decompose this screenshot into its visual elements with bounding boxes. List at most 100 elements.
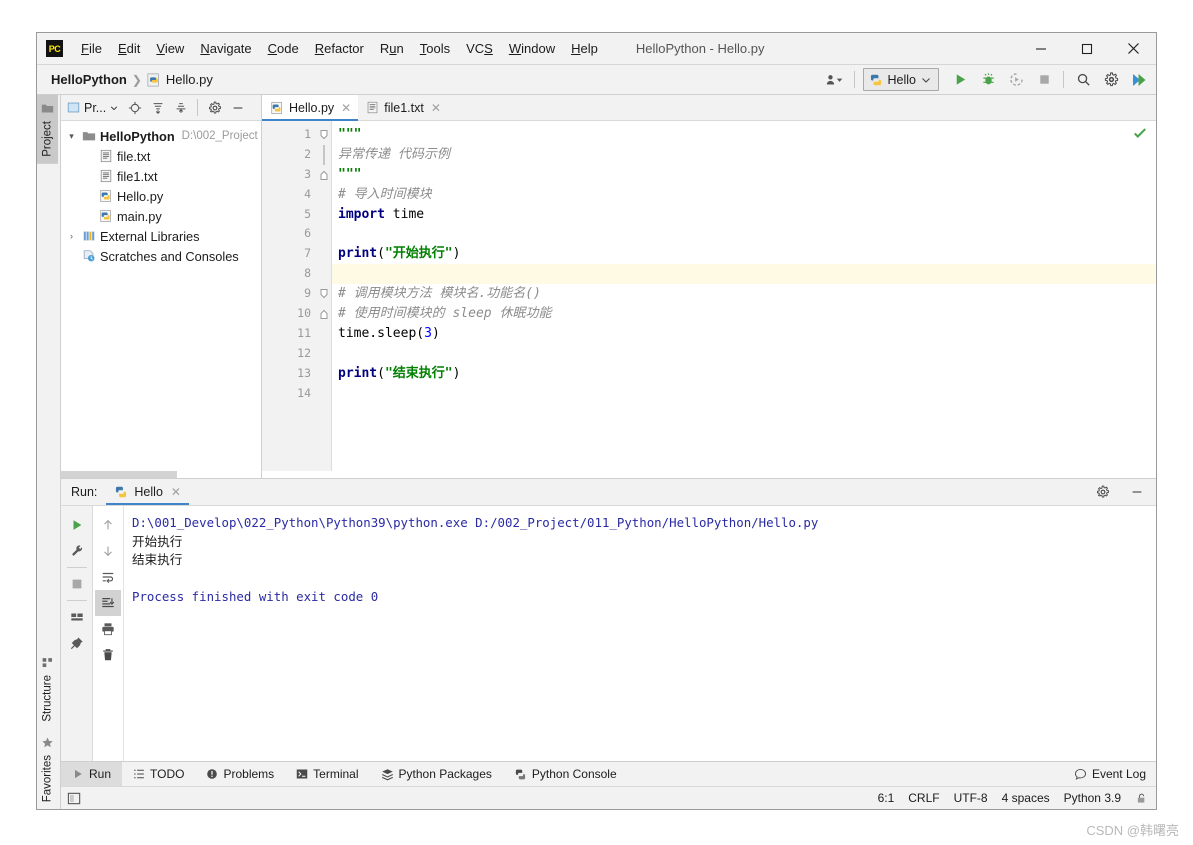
menu-file[interactable]: File — [73, 38, 110, 59]
lock-icon[interactable] — [1135, 792, 1148, 805]
breadcrumb-project[interactable]: HelloPython — [51, 72, 127, 87]
sidebar-item-favorites[interactable]: Favorites — [37, 729, 58, 809]
twisty-collapsed-icon[interactable]: › — [65, 231, 78, 241]
toggle-sidebar-button[interactable] — [67, 791, 82, 806]
file-encoding[interactable]: UTF-8 — [954, 791, 988, 805]
run-panel-hide-button[interactable] — [1124, 479, 1150, 505]
stop-button[interactable] — [1031, 68, 1057, 92]
menu-tools[interactable]: Tools — [412, 38, 458, 59]
project-settings-button[interactable] — [204, 97, 225, 118]
tree-node-hello-py[interactable]: Hello.py — [61, 186, 261, 206]
rerun-button[interactable] — [64, 512, 90, 538]
run-tab-hello[interactable]: Hello ✕ — [106, 479, 189, 505]
tree-node-scratches-and-consoles[interactable]: Scratches and Consoles — [61, 246, 261, 266]
collapse-all-icon — [176, 102, 186, 113]
user-group-icon[interactable] — [822, 68, 848, 92]
event-log-icon — [1074, 768, 1086, 780]
python-interpreter[interactable]: Python 3.9 — [1064, 791, 1121, 805]
maximize-button[interactable] — [1064, 33, 1110, 64]
twisty-expanded-icon[interactable]: ▾ — [65, 131, 78, 142]
menu-edit[interactable]: Edit — [110, 38, 148, 59]
fold-region-end-icon-2[interactable] — [317, 304, 331, 324]
tree-node-hellopython[interactable]: ▾ HelloPython D:\002_Project — [61, 126, 261, 146]
folder-icon — [41, 104, 54, 113]
bottom-tab-python-console[interactable]: Python Console — [503, 762, 628, 786]
updates-button[interactable] — [1126, 68, 1152, 92]
menu-run[interactable]: Run — [372, 38, 412, 59]
sidebar-item-project-label: Project — [41, 121, 54, 157]
collapse-all-button[interactable] — [170, 97, 191, 118]
tab-close-icon[interactable]: ✕ — [341, 101, 351, 115]
menu-code[interactable]: Code — [260, 38, 307, 59]
soft-wrap-button[interactable] — [95, 564, 121, 590]
hide-project-panel-button[interactable] — [227, 97, 248, 118]
edit-configuration-button[interactable] — [64, 538, 90, 564]
fold-region-start-icon-2[interactable] — [317, 284, 331, 304]
breadcrumb-file[interactable]: Hello.py — [147, 72, 213, 87]
tree-node-file-txt[interactable]: file.txt — [61, 146, 261, 166]
editor-horizontal-scrollbar[interactable] — [262, 471, 1156, 478]
scroll-to-end-button[interactable] — [95, 590, 121, 616]
console-actions-toolbar — [93, 506, 124, 761]
sidebar-item-structure[interactable]: Structure — [37, 649, 58, 729]
tree-node-file1-txt[interactable]: file1.txt — [61, 166, 261, 186]
bottom-tab-todo[interactable]: TODO — [122, 762, 195, 786]
select-opened-file-button[interactable] — [124, 97, 145, 118]
bottom-tab-label: TODO — [150, 767, 185, 781]
bottom-tab-python-packages[interactable]: Python Packages — [370, 762, 503, 786]
project-horizontal-scrollbar[interactable] — [61, 471, 261, 478]
close-button[interactable] — [1110, 33, 1156, 64]
tree-node-label: HelloPython — [100, 128, 175, 144]
caret-position[interactable]: 6:1 — [878, 791, 895, 805]
print-button[interactable] — [95, 616, 121, 642]
debug-button[interactable] — [975, 68, 1001, 92]
code-text[interactable]: """ 异常传递 代码示例 """ # 导入时间模块 import time p… — [332, 121, 1156, 478]
tab-close-icon[interactable]: ✕ — [431, 101, 441, 115]
bottom-tab-terminal[interactable]: Terminal — [285, 762, 369, 786]
menu-help[interactable]: Help — [563, 38, 606, 59]
run-with-coverage-button[interactable] — [1003, 68, 1029, 92]
stop-process-button[interactable] — [64, 571, 90, 597]
settings-button[interactable] — [1098, 68, 1124, 92]
code-area[interactable]: 1 2 3 4 5 6 7 8 9 10 11 12 13 14 """ 异常传… — [262, 121, 1156, 478]
menu-refactor[interactable]: Refactor — [307, 38, 372, 59]
layout-settings-button[interactable] — [64, 604, 90, 630]
console-output[interactable]: D:\001_Develop\022_Python\Python39\pytho… — [124, 506, 1156, 761]
tab-label: Hello.py — [289, 100, 335, 115]
menu-window[interactable]: Window — [501, 38, 563, 59]
fold-region-start-icon[interactable] — [317, 125, 331, 145]
clear-all-button[interactable] — [95, 642, 121, 668]
minimize-button[interactable] — [1018, 33, 1064, 64]
run-panel-settings-button[interactable] — [1090, 479, 1116, 505]
bottom-tab-label: Terminal — [313, 767, 359, 781]
inspection-status-icon[interactable] — [1133, 126, 1147, 140]
menu-view[interactable]: View — [148, 38, 192, 59]
event-log-button[interactable]: Event Log — [1074, 767, 1146, 781]
run-configuration-selector[interactable]: Hello — [862, 68, 939, 91]
bottom-tab-problems[interactable]: Problems — [195, 762, 285, 786]
tree-node-main-py[interactable]: main.py — [61, 206, 261, 226]
bottom-tab-run[interactable]: Run — [61, 762, 123, 786]
search-everywhere-button[interactable] — [1070, 68, 1096, 92]
expand-all-button[interactable] — [147, 97, 168, 118]
tab-file1-txt[interactable]: file1.txt ✕ — [358, 95, 448, 120]
indent-setting[interactable]: 4 spaces — [1002, 791, 1050, 805]
run-button[interactable] — [947, 68, 973, 92]
run-tab-close-icon[interactable]: ✕ — [171, 485, 181, 499]
line-separator[interactable]: CRLF — [908, 791, 939, 805]
pin-tab-button[interactable] — [64, 630, 90, 656]
tab-hello-py[interactable]: Hello.py ✕ — [262, 95, 359, 121]
up-the-stack-button[interactable] — [95, 512, 121, 538]
code-folding-gutter[interactable] — [317, 121, 332, 478]
menu-navigate[interactable]: Navigate — [192, 38, 259, 59]
menu-vcs[interactable]: VCS — [458, 38, 501, 59]
console-line: 结束执行 — [132, 553, 183, 567]
tree-node-external-libraries[interactable]: › External Libraries — [61, 226, 261, 246]
sidebar-item-project[interactable]: Project — [37, 95, 58, 164]
down-the-stack-button[interactable] — [95, 538, 121, 564]
project-panel-title[interactable]: Pr... — [67, 101, 118, 115]
fold-region-end-icon[interactable] — [317, 165, 331, 185]
